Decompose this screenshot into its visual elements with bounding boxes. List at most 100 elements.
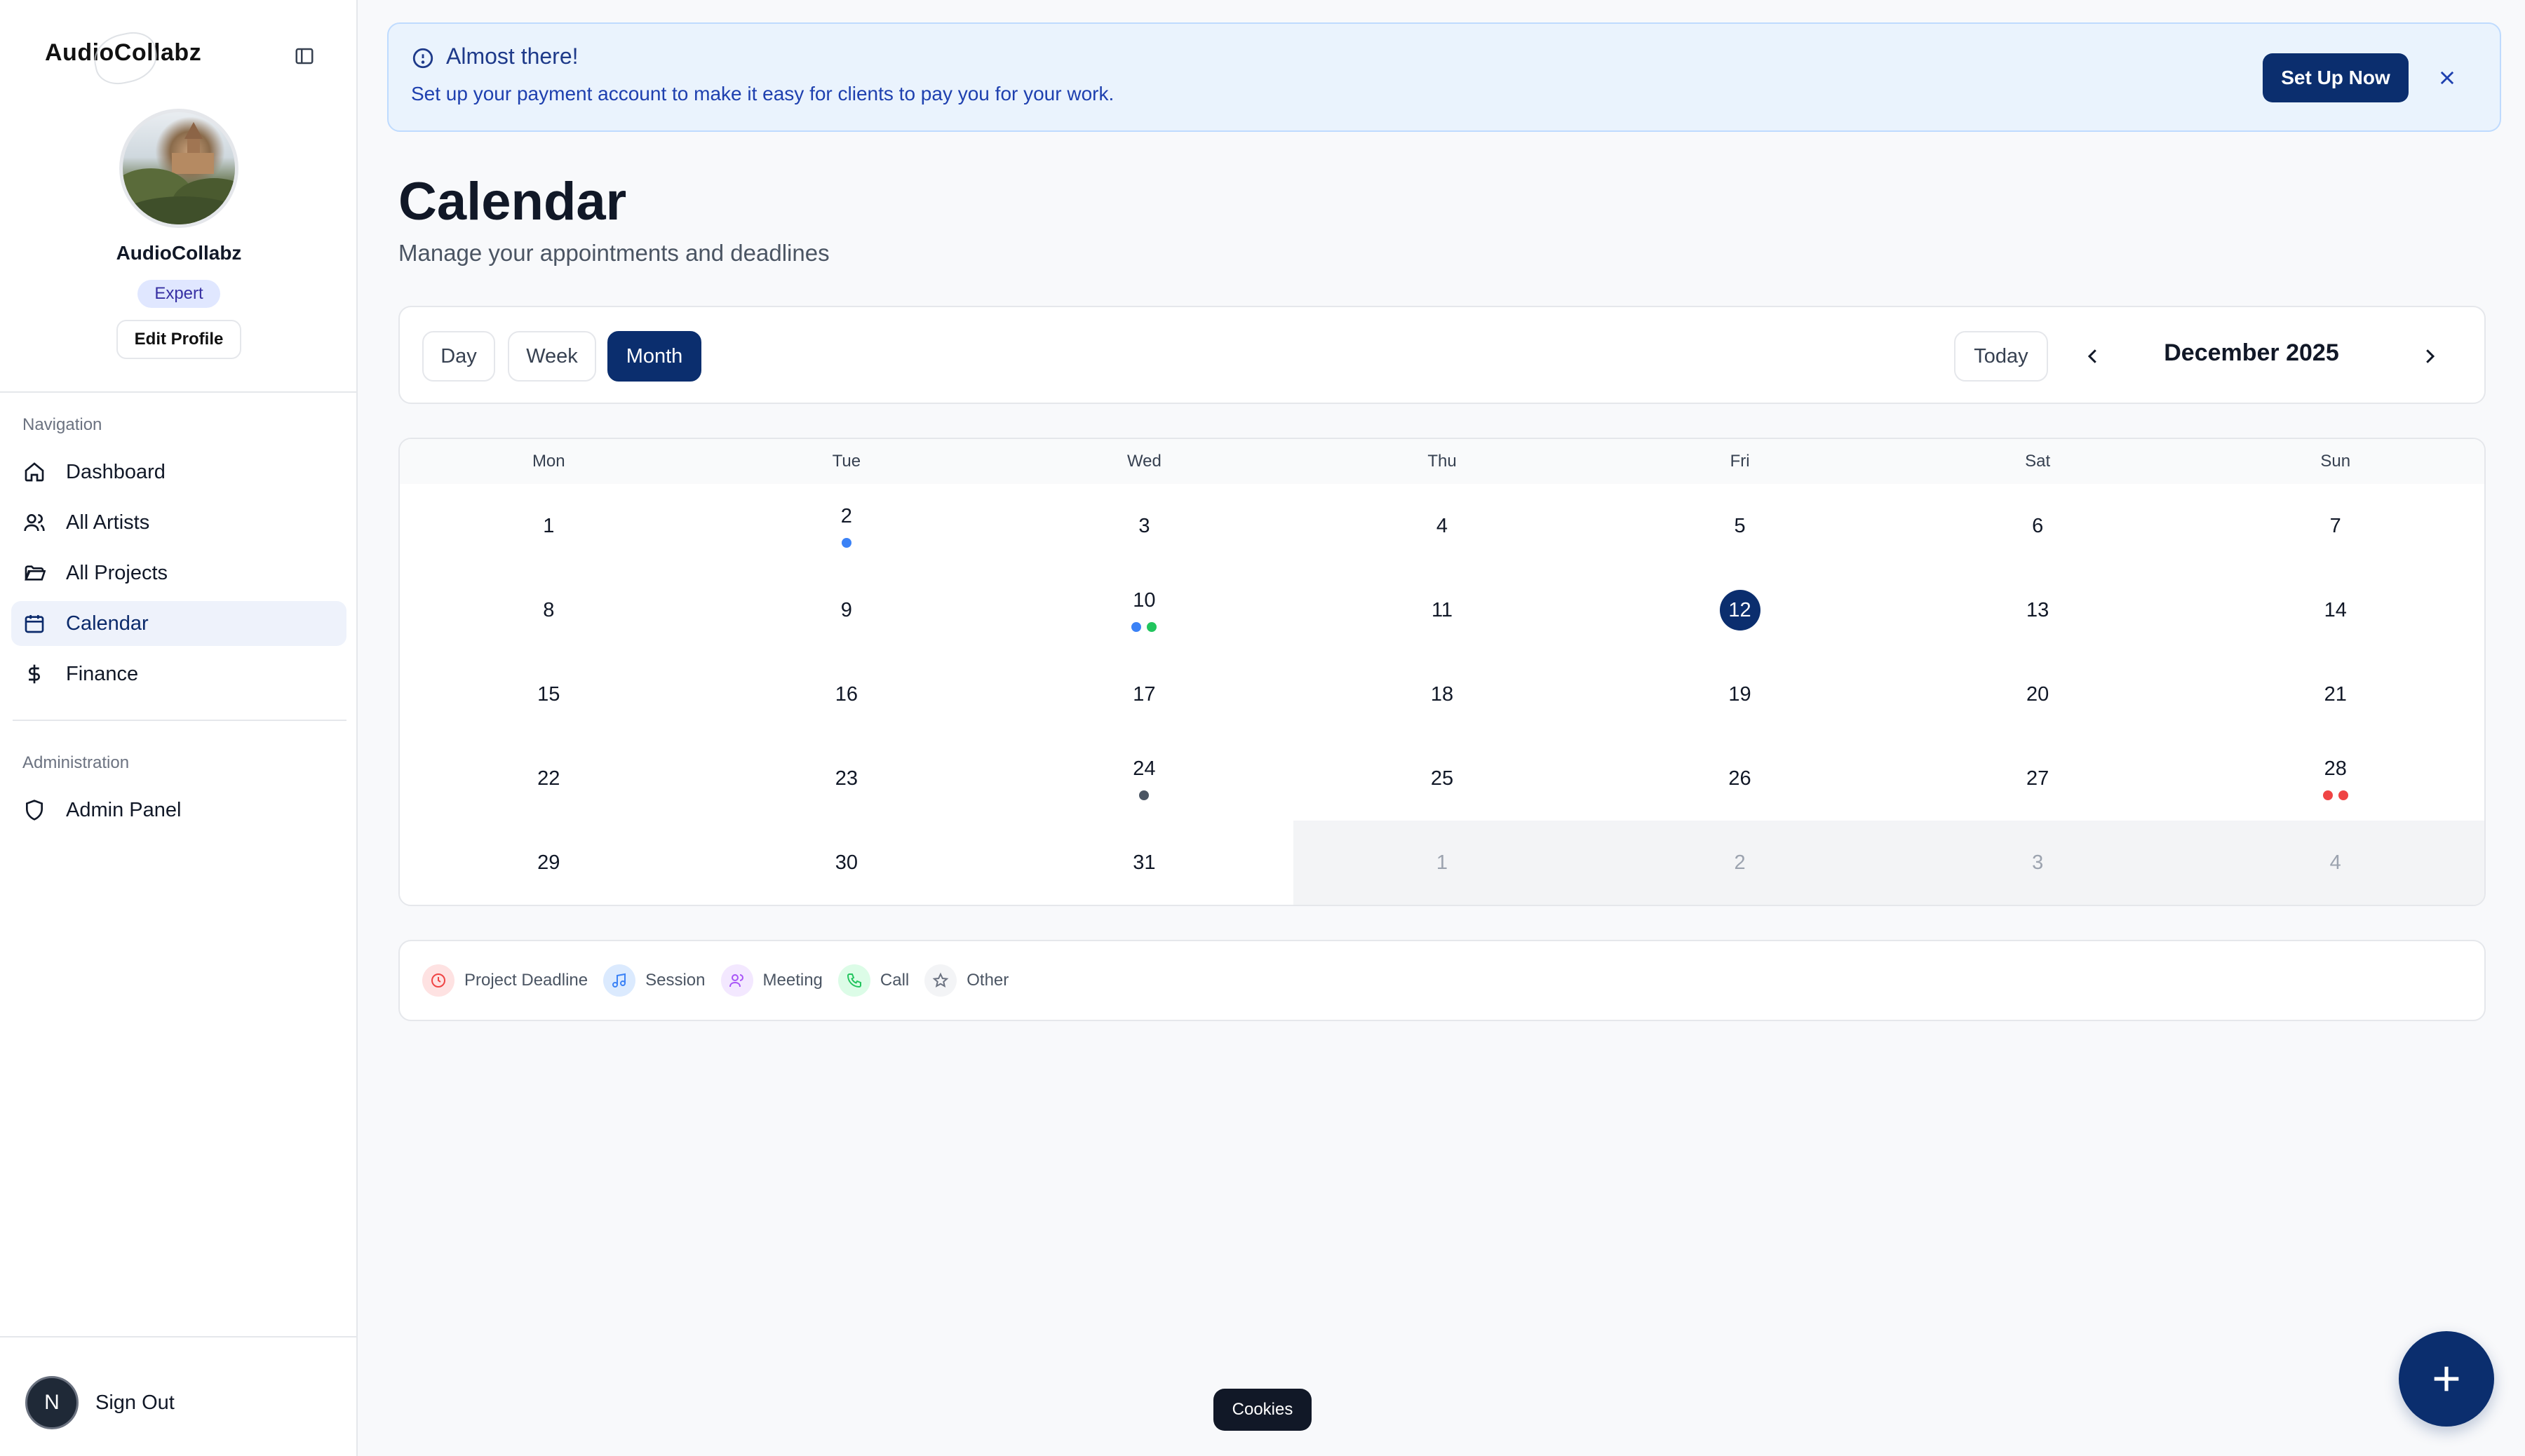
- navigation-section-title: Navigation: [22, 415, 102, 434]
- event-dot: [1147, 621, 1157, 632]
- info-icon: [412, 48, 433, 69]
- sidebar-divider: [0, 391, 356, 393]
- day-number: 2: [840, 504, 852, 527]
- legend-label: Project Deadline: [464, 971, 588, 990]
- calendar-day-cell[interactable]: 9: [697, 568, 996, 652]
- sign-out-label: Sign Out: [95, 1391, 175, 1414]
- calendar-day-cell[interactable]: 12: [1591, 568, 1889, 652]
- banner-title: Almost there!: [446, 43, 579, 69]
- calendar-day-cell[interactable]: 18: [1293, 652, 1591, 736]
- day-number: 3: [2032, 851, 2044, 874]
- sidebar-item-dashboard[interactable]: Dashboard: [11, 450, 346, 494]
- weekday-label: Fri: [1730, 452, 1750, 471]
- set-up-now-button[interactable]: Set Up Now: [2263, 53, 2409, 102]
- banner-close-button[interactable]: [2432, 63, 2462, 93]
- day-number: 25: [1430, 767, 1454, 790]
- calendar-day-cell[interactable]: 31: [995, 821, 1293, 905]
- calendar-day-cell[interactable]: 11: [1293, 568, 1591, 652]
- day-number: 10: [1133, 588, 1156, 612]
- legend-label: Meeting: [762, 971, 823, 990]
- sidebar-divider: [0, 1336, 356, 1337]
- day-number: 2: [1734, 851, 1746, 874]
- calendar-day-cell[interactable]: 2: [1591, 821, 1889, 905]
- calendar-day-cell[interactable]: 13: [1888, 568, 2187, 652]
- calendar-day-cell[interactable]: 10: [995, 568, 1293, 652]
- day-number: 1: [543, 514, 555, 537]
- next-month-button[interactable]: [2413, 339, 2446, 373]
- calendar-day-cell[interactable]: 6: [1888, 484, 2187, 568]
- today-button[interactable]: Today: [1954, 331, 2048, 382]
- calendar-day-cell[interactable]: 29: [400, 821, 698, 905]
- event-dot: [1139, 790, 1150, 800]
- day-number: 21: [2324, 682, 2347, 706]
- sidebar-item-calendar[interactable]: Calendar: [11, 601, 346, 646]
- sidebar-item-finance[interactable]: Finance: [11, 652, 346, 696]
- calendar-day-cell[interactable]: 14: [2186, 568, 2484, 652]
- day-number: 26: [1728, 767, 1751, 790]
- sidebar-item-all-artists[interactable]: All Artists: [11, 500, 346, 545]
- calendar-day-cell[interactable]: 25: [1293, 736, 1591, 821]
- day-number: 5: [1734, 514, 1746, 537]
- calendar-day-cell[interactable]: 7: [2186, 484, 2484, 568]
- calendar-day-cell[interactable]: 27: [1888, 736, 2187, 821]
- day-number: 22: [537, 767, 560, 790]
- day-number: 9: [840, 598, 852, 621]
- plus-icon: [2434, 1366, 2459, 1391]
- sidebar-item-label: All Artists: [66, 511, 150, 534]
- calendar-day-cell[interactable]: 21: [2186, 652, 2484, 736]
- sidebar-item-all-projects[interactable]: All Projects: [11, 551, 346, 595]
- view-day-button[interactable]: Day: [422, 331, 495, 382]
- day-number: 19: [1728, 682, 1751, 706]
- calendar-day-cell[interactable]: 16: [697, 652, 996, 736]
- weekday-label: Thu: [1427, 452, 1457, 471]
- sidebar-toggle-button[interactable]: [290, 42, 318, 70]
- calendar-day-cell[interactable]: 22: [400, 736, 698, 821]
- calendar-day-cell[interactable]: 4: [2186, 821, 2484, 905]
- calendar-day-cell[interactable]: 15: [400, 652, 698, 736]
- view-week-button[interactable]: Week: [508, 331, 596, 382]
- calendar-day-cell[interactable]: 30: [697, 821, 996, 905]
- shield-icon: [22, 798, 46, 822]
- calendar-day-cell[interactable]: 28: [2186, 736, 2484, 821]
- dollar-icon: [22, 662, 46, 686]
- calendar-day-cell[interactable]: 1: [1293, 821, 1591, 905]
- calendar-day-cell[interactable]: 24: [995, 736, 1293, 821]
- calendar-day-cell[interactable]: 26: [1591, 736, 1889, 821]
- calendar-day-cell[interactable]: 8: [400, 568, 698, 652]
- page-subtitle: Manage your appointments and deadlines: [398, 240, 830, 266]
- edit-profile-button[interactable]: Edit Profile: [116, 320, 241, 359]
- calendar-day-cell[interactable]: 20: [1888, 652, 2187, 736]
- day-number: 29: [537, 851, 560, 874]
- add-event-button[interactable]: [2399, 1331, 2494, 1427]
- weekday-label: Sat: [2025, 452, 2051, 471]
- profile-avatar[interactable]: [119, 109, 238, 228]
- calendar-day-cell[interactable]: 2: [697, 484, 996, 568]
- profile-name: AudioCollabz: [116, 242, 242, 264]
- weekday-label: Tue: [832, 452, 861, 471]
- folder-icon: [22, 561, 46, 585]
- expert-badge: Expert: [137, 280, 220, 308]
- calendar-day-cell[interactable]: 3: [995, 484, 1293, 568]
- calendar-day-cell[interactable]: 19: [1591, 652, 1889, 736]
- legend-project-deadline: Project Deadline: [422, 964, 588, 997]
- calendar-day-cell[interactable]: 3: [1888, 821, 2187, 905]
- calendar-day-cell[interactable]: 17: [995, 652, 1293, 736]
- view-month-button[interactable]: Month: [607, 331, 701, 382]
- calendar-day-cell[interactable]: 1: [400, 484, 698, 568]
- page-title: Calendar: [398, 172, 627, 231]
- cookies-button[interactable]: Cookies: [1213, 1389, 1312, 1431]
- day-number: 7: [2329, 514, 2341, 537]
- event-indicators: [1131, 621, 1157, 632]
- star-icon: [924, 964, 957, 997]
- brand-logo[interactable]: AudioCollabz: [45, 27, 201, 89]
- sidebar-item-label: Admin Panel: [66, 798, 182, 821]
- previous-month-button[interactable]: [2076, 339, 2110, 373]
- sign-out-button[interactable]: N Sign Out: [25, 1376, 175, 1429]
- day-number: 8: [543, 598, 555, 621]
- sidebar-item-admin-panel[interactable]: Admin Panel: [11, 788, 346, 833]
- day-number: 14: [2324, 598, 2347, 621]
- calendar-day-cell[interactable]: 4: [1293, 484, 1591, 568]
- calendar-day-cell[interactable]: 5: [1591, 484, 1889, 568]
- home-icon: [22, 460, 46, 484]
- calendar-day-cell[interactable]: 23: [697, 736, 996, 821]
